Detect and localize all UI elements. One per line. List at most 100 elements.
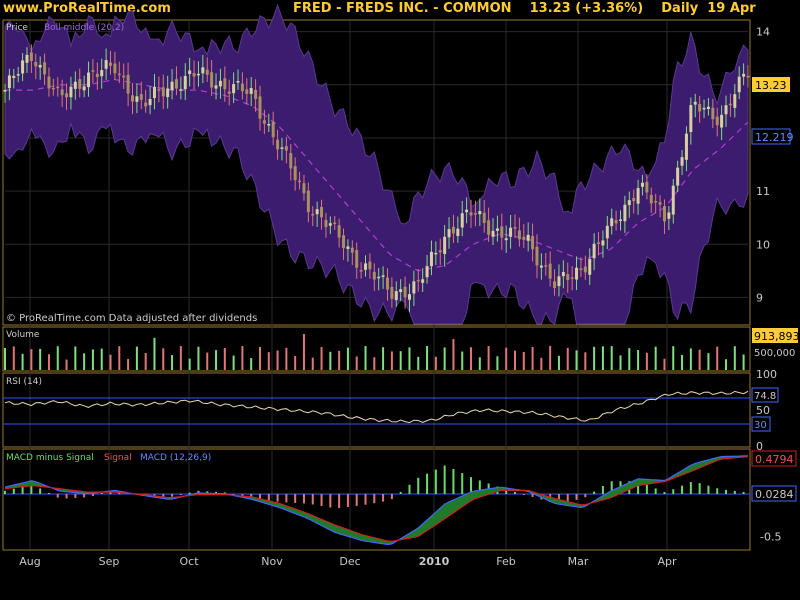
candle-body — [636, 188, 640, 204]
macd-hist-bar — [329, 494, 332, 508]
candle-body — [205, 69, 209, 75]
volume-bar — [127, 359, 130, 370]
macd-hist-bar — [681, 485, 684, 494]
volume-bar — [346, 347, 349, 370]
macd-hist-bar — [417, 477, 420, 494]
candle-body — [680, 157, 684, 166]
candle-body — [447, 229, 451, 238]
volume-bar — [725, 359, 728, 370]
candle-body — [698, 104, 702, 112]
macd-hist-bar — [663, 492, 666, 494]
volume-bar — [109, 354, 112, 370]
candle-body — [364, 263, 368, 270]
candle-body — [333, 222, 337, 224]
candle-body — [196, 73, 200, 76]
volume-bar — [707, 353, 710, 370]
candle-body — [201, 67, 205, 74]
volume-bar — [584, 352, 587, 370]
volume-bar — [118, 346, 121, 370]
macd-hist-bar — [426, 473, 429, 494]
macd-hist-bar — [531, 494, 534, 497]
macd-hist-bar — [725, 489, 728, 494]
candle-body — [157, 89, 161, 91]
candle-body — [95, 73, 99, 78]
macd-hist-bar — [364, 494, 367, 505]
volume-bar — [39, 348, 42, 370]
macd-hist-bar — [382, 494, 385, 502]
rsi-panel-frame — [2, 372, 751, 448]
candle-body — [223, 78, 227, 90]
volume-bar — [241, 346, 244, 370]
macd-hist-bar — [74, 494, 77, 498]
candle-body — [12, 75, 16, 79]
macd-hist-bar — [742, 491, 745, 494]
candle-body — [320, 207, 324, 218]
volume-label: Volume — [6, 330, 40, 340]
macd-hist-bar — [355, 494, 358, 506]
price-label: Price — [6, 23, 28, 33]
macd-hist-bar — [56, 494, 59, 498]
volume-tick: 500,000 — [754, 348, 795, 359]
macd-hist-bar — [171, 494, 174, 497]
candle-body — [293, 166, 297, 181]
candle-body — [438, 250, 442, 253]
macd-hist-bar — [12, 488, 15, 494]
signal-label: Signal — [104, 453, 132, 463]
volume-bar — [522, 351, 525, 370]
candle-body — [566, 274, 570, 281]
candle-body — [170, 81, 174, 90]
macd-hist-bar — [593, 491, 596, 494]
volume-bar — [601, 346, 604, 370]
candle-body — [421, 279, 425, 283]
volume-bar — [91, 349, 94, 370]
macd-hist-bar — [601, 485, 604, 494]
candle-body — [148, 98, 152, 106]
stock-chart[interactable]: Price Boll middle (20,2) © ProRealTime.c… — [0, 0, 800, 600]
candle-body — [350, 247, 354, 253]
candle-body — [113, 63, 117, 74]
volume-bar — [549, 346, 552, 370]
volume-bar — [637, 350, 640, 370]
candle-body — [531, 236, 535, 250]
bollinger-band — [4, 3, 749, 325]
macd-hist-bar — [689, 482, 692, 494]
macd-hist-bar — [461, 473, 464, 494]
candle-body — [73, 81, 77, 89]
volume-bar — [232, 355, 235, 370]
candle-body — [416, 279, 420, 282]
candle-body — [394, 291, 398, 301]
volume-bar — [557, 355, 560, 370]
volume-bar — [645, 352, 648, 370]
x-tick: 2010 — [419, 555, 450, 568]
candle-body — [575, 267, 579, 280]
x-tick: Apr — [657, 555, 677, 568]
candle-body — [737, 76, 741, 93]
macd-hist-bar — [654, 488, 657, 494]
candle-body — [328, 223, 332, 226]
macd-hist-bar — [373, 494, 376, 504]
candle-body — [693, 101, 697, 105]
volume-bar — [681, 354, 684, 370]
candle-body — [43, 62, 47, 75]
macd-hist-bar — [513, 491, 516, 494]
candle-body — [407, 294, 411, 300]
volume-bar — [171, 355, 174, 370]
x-tick: Nov — [261, 555, 283, 568]
candle-body — [78, 79, 82, 89]
macd-hist-bar — [100, 493, 103, 494]
candle-body — [715, 116, 719, 126]
macd-hist-bar — [47, 493, 50, 494]
candle-body — [623, 204, 627, 222]
candle-body — [579, 268, 583, 270]
volume-bar — [610, 346, 613, 370]
rsi-low-badge-text: 30 — [754, 420, 767, 431]
volume-bar — [144, 352, 147, 370]
candle-body — [645, 181, 649, 193]
candle-body — [130, 95, 134, 102]
boll-label: Boll middle (20,2) — [44, 23, 124, 33]
candle-body — [473, 213, 477, 215]
macd-hist-bar — [399, 491, 402, 494]
candle-body — [504, 238, 508, 241]
candle-body — [702, 107, 706, 110]
candle-body — [34, 62, 38, 67]
